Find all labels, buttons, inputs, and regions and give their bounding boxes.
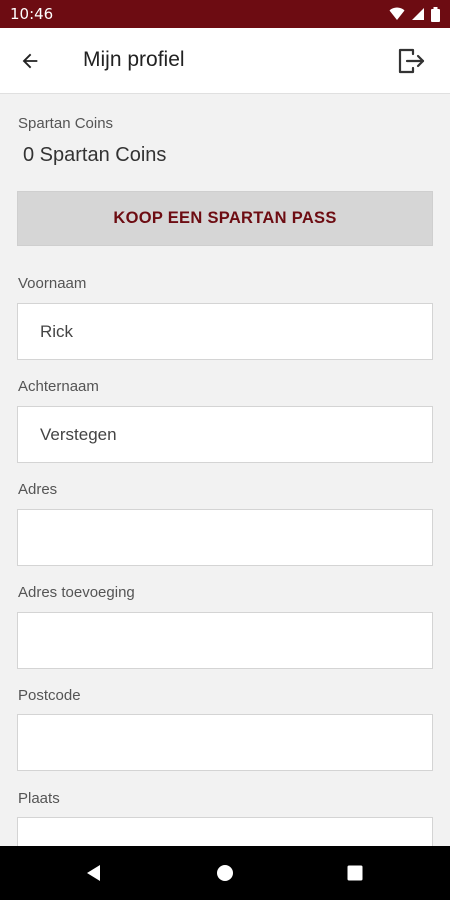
status-time: 10:46 <box>10 5 54 23</box>
page-title: Mijn profiel <box>83 48 185 71</box>
arrow-left-icon <box>22 53 38 69</box>
status-bar: 10:46 <box>0 0 450 28</box>
logout-icon <box>398 48 425 74</box>
last-name-label: Achternaam <box>18 378 99 395</box>
last-name-field[interactable]: Verstegen <box>17 406 433 463</box>
system-nav-bar <box>0 846 450 900</box>
coins-value: 0 Spartan Coins <box>23 144 167 166</box>
battery-icon <box>431 6 440 22</box>
nav-back-button[interactable] <box>64 846 124 900</box>
triangle-back-icon <box>87 865 100 881</box>
address-addition-field[interactable] <box>17 612 433 669</box>
square-recents-icon <box>347 865 363 881</box>
city-label: Plaats <box>18 790 60 807</box>
nav-home-button[interactable] <box>195 846 255 900</box>
back-button[interactable] <box>14 45 46 77</box>
postcode-field[interactable] <box>17 714 433 771</box>
address-addition-label: Adres toevoeging <box>18 584 135 601</box>
first-name-label: Voornaam <box>18 275 87 292</box>
circle-home-icon <box>217 865 233 881</box>
nav-recents-button[interactable] <box>325 846 385 900</box>
address-field[interactable] <box>17 509 433 566</box>
app-bar: Mijn profiel <box>0 28 450 94</box>
postcode-label: Postcode <box>18 687 81 704</box>
status-icons <box>389 6 440 22</box>
signal-icon <box>412 8 424 20</box>
wifi-icon <box>389 7 405 20</box>
first-name-field[interactable]: Rick <box>17 303 433 360</box>
profile-content: Spartan Coins 0 Spartan Coins KOOP EEN S… <box>0 94 450 846</box>
address-label: Adres <box>18 481 58 498</box>
city-field[interactable] <box>17 817 433 846</box>
buy-spartan-pass-button[interactable]: KOOP EEN SPARTAN PASS <box>17 191 433 246</box>
coins-label: Spartan Coins <box>18 115 114 132</box>
logout-button[interactable] <box>394 44 428 78</box>
